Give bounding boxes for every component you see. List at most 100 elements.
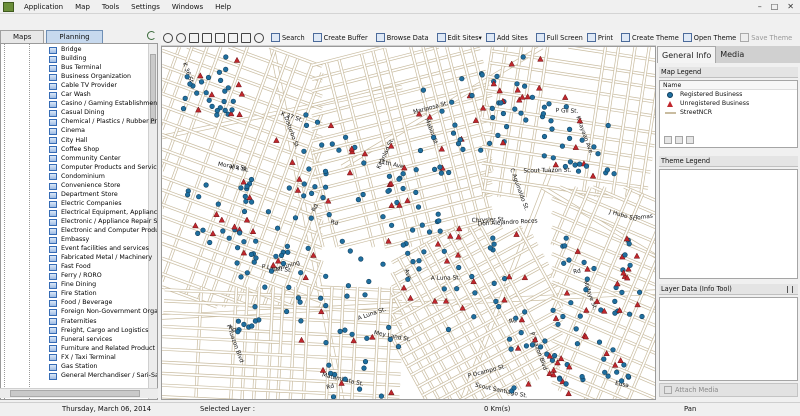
registered-business-marker[interactable] bbox=[303, 112, 309, 118]
measure-icon[interactable] bbox=[228, 32, 238, 43]
registered-business-marker[interactable] bbox=[244, 270, 250, 276]
menu-map[interactable]: Map bbox=[69, 0, 96, 14]
registered-business-marker[interactable] bbox=[577, 313, 583, 319]
layer-checkbox-icon[interactable] bbox=[49, 209, 57, 217]
registered-business-marker[interactable] bbox=[344, 293, 350, 299]
layer-item[interactable]: Ferry / RORO bbox=[1, 272, 102, 281]
registered-business-marker[interactable] bbox=[248, 176, 255, 183]
registered-business-marker[interactable] bbox=[292, 215, 299, 221]
registered-business-marker[interactable] bbox=[513, 315, 519, 321]
registered-business-marker[interactable] bbox=[639, 313, 645, 320]
registered-business-marker[interactable] bbox=[196, 194, 202, 200]
layer-checkbox-icon[interactable] bbox=[49, 164, 57, 172]
registered-business-marker[interactable] bbox=[478, 147, 484, 153]
attach-media-button[interactable]: Attach Media bbox=[659, 383, 798, 397]
layer-item[interactable]: Fast Food bbox=[1, 263, 91, 272]
layer-checkbox-icon[interactable] bbox=[49, 245, 57, 253]
unregistered-business-marker[interactable] bbox=[407, 294, 414, 301]
registered-business-marker[interactable] bbox=[619, 289, 625, 295]
registered-business-marker[interactable] bbox=[187, 81, 193, 87]
registered-business-marker[interactable] bbox=[419, 222, 425, 228]
registered-business-marker[interactable] bbox=[610, 347, 616, 353]
registered-business-marker[interactable] bbox=[395, 344, 402, 350]
registered-business-marker[interactable] bbox=[621, 362, 627, 368]
registered-business-marker[interactable] bbox=[471, 314, 477, 320]
identify-icon[interactable] bbox=[241, 32, 251, 43]
registered-business-marker[interactable] bbox=[225, 85, 231, 91]
registered-business-marker[interactable] bbox=[339, 238, 345, 244]
registered-business-marker[interactable] bbox=[495, 132, 501, 138]
layer-item[interactable]: Building bbox=[1, 55, 87, 64]
registered-business-marker[interactable] bbox=[566, 257, 572, 263]
registered-business-marker[interactable] bbox=[253, 238, 259, 244]
registered-business-marker[interactable] bbox=[552, 353, 558, 359]
registered-business-marker[interactable] bbox=[579, 374, 585, 380]
registered-business-marker[interactable] bbox=[184, 74, 190, 80]
registered-business-marker[interactable] bbox=[230, 98, 236, 104]
registered-business-marker[interactable] bbox=[380, 261, 386, 267]
registered-business-marker[interactable] bbox=[265, 209, 271, 215]
layer-item[interactable]: Fine Dining bbox=[1, 281, 96, 290]
registered-business-marker[interactable] bbox=[209, 103, 215, 110]
registered-business-marker[interactable] bbox=[301, 193, 307, 199]
registered-business-marker[interactable] bbox=[303, 122, 310, 128]
registered-business-marker[interactable] bbox=[541, 153, 547, 159]
unregistered-business-marker[interactable] bbox=[561, 93, 569, 100]
registered-business-marker[interactable] bbox=[236, 230, 243, 236]
unregistered-business-marker[interactable] bbox=[552, 314, 560, 321]
unregistered-business-marker[interactable] bbox=[388, 389, 395, 396]
layer-item[interactable]: Business Organization bbox=[1, 73, 131, 82]
layer-checkbox-icon[interactable] bbox=[49, 273, 57, 281]
registered-business-marker[interactable] bbox=[627, 262, 633, 268]
registered-business-marker[interactable] bbox=[550, 155, 556, 161]
registered-business-marker[interactable] bbox=[559, 143, 566, 149]
registered-business-marker[interactable] bbox=[421, 249, 427, 255]
layer-checkbox-icon[interactable] bbox=[49, 300, 57, 308]
registered-business-marker[interactable] bbox=[572, 162, 578, 168]
registered-business-marker[interactable] bbox=[504, 123, 510, 130]
menu-application[interactable]: Application bbox=[18, 0, 69, 14]
map-canvas[interactable]: K 36 St.K 37 St.Kitanlad St.Don Alejandr… bbox=[162, 47, 656, 400]
menu-windows[interactable]: Windows bbox=[166, 0, 209, 14]
tab-maps[interactable]: Maps bbox=[0, 30, 45, 43]
legend-item-street[interactable]: StreetNCR bbox=[660, 108, 797, 117]
unregistered-business-marker[interactable] bbox=[235, 81, 242, 88]
registered-business-marker[interactable] bbox=[469, 273, 475, 280]
registered-business-marker[interactable] bbox=[456, 264, 462, 271]
registered-business-marker[interactable] bbox=[410, 259, 416, 265]
layer-checkbox-icon[interactable] bbox=[49, 182, 57, 190]
registered-business-marker[interactable] bbox=[560, 313, 566, 320]
layer-item[interactable]: Event facilities and services bbox=[1, 245, 149, 254]
registered-business-marker[interactable] bbox=[280, 260, 287, 267]
registered-business-marker[interactable] bbox=[563, 381, 569, 387]
registered-business-marker[interactable] bbox=[314, 119, 321, 125]
registered-business-marker[interactable] bbox=[223, 54, 229, 60]
registered-business-marker[interactable] bbox=[523, 343, 530, 349]
registered-business-marker[interactable] bbox=[216, 69, 223, 75]
registered-business-marker[interactable] bbox=[283, 308, 290, 315]
registered-business-marker[interactable] bbox=[420, 87, 427, 93]
layer-list-horizontal-scrollbar[interactable] bbox=[0, 388, 158, 398]
registered-business-marker[interactable] bbox=[241, 208, 248, 215]
create-theme-button[interactable]: Create Theme bbox=[621, 33, 679, 42]
registered-business-marker[interactable] bbox=[357, 386, 363, 392]
registered-business-marker[interactable] bbox=[400, 185, 406, 192]
layer-checkbox-icon[interactable] bbox=[49, 354, 57, 362]
registered-business-marker[interactable] bbox=[508, 346, 514, 352]
layer-item[interactable]: City Hall bbox=[1, 137, 87, 146]
registered-business-marker[interactable] bbox=[249, 323, 255, 329]
registered-business-marker[interactable] bbox=[511, 385, 517, 391]
registered-business-marker[interactable] bbox=[182, 95, 188, 102]
registered-business-marker[interactable] bbox=[336, 147, 342, 153]
layer-item[interactable]: Cinema bbox=[1, 127, 85, 136]
registered-business-marker[interactable] bbox=[459, 76, 465, 82]
registered-business-marker[interactable] bbox=[396, 176, 402, 182]
layer-checkbox-icon[interactable] bbox=[49, 55, 57, 63]
registered-business-marker[interactable] bbox=[491, 241, 497, 247]
layer-item[interactable]: Bus Terminal bbox=[1, 64, 101, 73]
tab-general-info[interactable]: General Info bbox=[657, 46, 717, 63]
create-buffer-button[interactable]: Create Buffer bbox=[312, 33, 368, 42]
registered-business-marker[interactable] bbox=[523, 117, 529, 123]
registered-business-marker[interactable] bbox=[522, 309, 528, 315]
registered-business-marker[interactable] bbox=[575, 168, 582, 174]
